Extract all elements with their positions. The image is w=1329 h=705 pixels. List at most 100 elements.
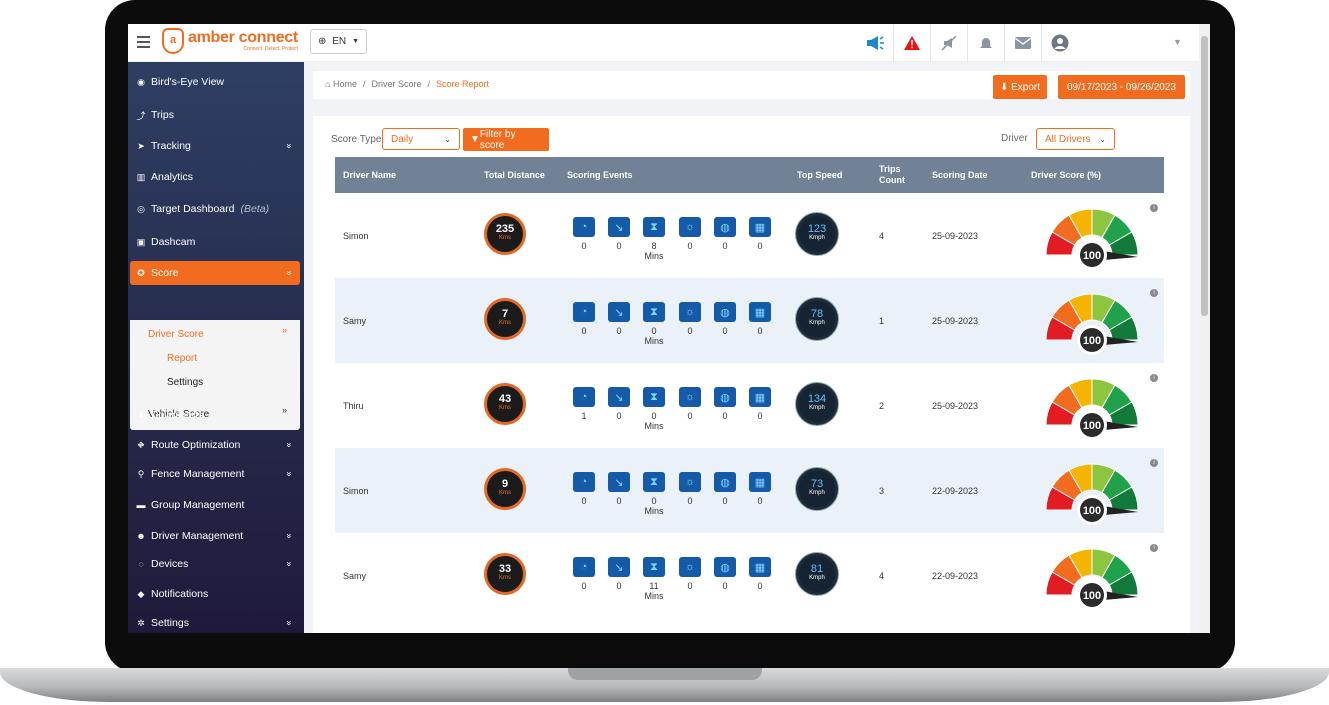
event-value: 0 — [616, 326, 622, 336]
seatbelt-icon: ◍ — [714, 387, 736, 407]
sidebar: Driver Score » Report Settings Vehicle S… — [128, 62, 304, 633]
target-icon: ◎ — [137, 203, 145, 214]
sidebar-item-label: Target Dashboard — [151, 203, 235, 215]
driver-name[interactable]: Samy — [343, 316, 366, 326]
sidebar-item-settings-sub[interactable]: Settings — [167, 377, 203, 388]
export-label: Export — [1011, 81, 1041, 93]
sidebar-item-notifications[interactable]: ◆ Notifications — [134, 582, 300, 606]
distance-badge: 33 Kms — [484, 553, 526, 595]
sidebar-item-analytics[interactable]: ▥ Analytics — [134, 165, 300, 189]
sidebar-item-tracking[interactable]: ➤ Tracking » — [134, 134, 300, 158]
scrollbar[interactable] — [1199, 24, 1210, 633]
bell-icon[interactable] — [967, 24, 1004, 62]
headlight-icon: ☼ — [679, 557, 701, 577]
seatbelt-icon: ◍ — [714, 217, 736, 237]
sidebar-item-target-dashboard[interactable]: ◎ Target Dashboard (Beta) — [134, 197, 300, 221]
table-row[interactable]: Samy 7 Kms ◔ 0 ↘ 0 ⧗ 0 Mins ☼ 0 ◍ 0 ▦ 0 78 Kmph 1 25-09-202… — [335, 278, 1164, 363]
beta-badge: (Beta) — [240, 203, 270, 215]
speed-unit: Kmph — [809, 575, 825, 581]
event-value: 0 — [616, 496, 622, 506]
sidebar-item-downloads[interactable]: ⬇ Downloads — [134, 403, 300, 427]
driver-name[interactable]: Simon — [343, 231, 369, 241]
export-button[interactable]: ⬇ Export — [993, 75, 1047, 99]
distance-unit: Kms — [499, 575, 511, 581]
sidebar-item-trips[interactable]: ⤴ Trips — [134, 103, 300, 127]
speed-value: 73 — [810, 478, 824, 490]
logo-mark: a — [162, 28, 184, 54]
sidebar-item-settings[interactable]: ✲ Settings » — [134, 611, 300, 633]
sidebar-item-dashcam[interactable]: ▣ Dashcam — [134, 230, 300, 254]
distance-value: 33 — [498, 563, 512, 575]
info-icon[interactable]: i — [1150, 544, 1158, 552]
language-selector[interactable]: ⊕ EN ▼ — [310, 29, 367, 54]
driver-name[interactable]: Simon — [343, 486, 369, 496]
driver-name[interactable]: Thiru — [343, 401, 364, 411]
sidebar-item-fence-management[interactable]: ⚲ Fence Management » — [134, 462, 300, 486]
driver-score-gauge: 100 — [1044, 545, 1140, 610]
trips-count: 3 — [879, 486, 885, 496]
svg-text:100: 100 — [1083, 250, 1101, 262]
col-total-distance: Total Distance — [484, 170, 545, 180]
breadcrumb-home[interactable]: ⌂ Home — [325, 79, 357, 89]
table-row[interactable]: Simon 235 Kms ◔ 0 ↘ 0 ⧗ 8 Mins ☼ 0 ◍ 0 ▦ 0 123 Kmph 4 25-09… — [335, 193, 1164, 278]
driver-name[interactable]: Samy — [343, 571, 366, 581]
date-range-button[interactable]: 09/17/2023 - 09/26/2023 — [1058, 75, 1185, 99]
top-speed-badge: 134 Kmph — [796, 383, 838, 425]
brand-logo[interactable]: a amber connect Connect. Detect. Protect — [162, 28, 298, 54]
eye-icon: ◉ — [137, 76, 145, 87]
event-value: 11 Mins — [644, 581, 664, 601]
mute-announcement-icon[interactable] — [930, 24, 967, 62]
info-icon[interactable]: i — [1150, 289, 1158, 297]
user-menu-caret-icon[interactable]: ▼ — [1173, 37, 1182, 47]
filter-by-score-button[interactable]: ▼ Filter by score — [463, 128, 549, 151]
laptop-notch — [568, 668, 762, 680]
info-icon[interactable]: i — [1150, 374, 1158, 382]
info-icon[interactable]: i — [1150, 459, 1158, 467]
distance-value: 235 — [495, 223, 515, 235]
hourglass-icon: ⧗ — [643, 302, 665, 322]
seatbelt-icon: ◍ — [714, 472, 736, 492]
sidebar-item-label: Bird's-Eye View — [151, 76, 225, 88]
driver-select[interactable]: All Drivers ⌄ — [1036, 128, 1115, 150]
table-row[interactable]: Samy 33 Kms ◔ 0 ↘ 0 ⧗ 11 Mins ☼ 0 ◍ 0 ▦ 0 81 Kmph 4 22-09-2… — [335, 533, 1164, 618]
sidebar-item-score[interactable]: ✪ Score » — [130, 261, 300, 285]
menu-icon[interactable] — [137, 36, 150, 51]
info-icon[interactable]: i — [1150, 204, 1158, 212]
user-avatar-icon[interactable] — [1041, 24, 1078, 62]
chevron-down-icon[interactable]: » — [282, 325, 287, 335]
top-speed-badge: 78 Kmph — [796, 298, 838, 340]
breadcrumb-driver-score[interactable]: Driver Score — [371, 79, 421, 89]
table-row[interactable]: Simon 9 Kms ◔ 0 ↘ 0 ⧗ 0 Mins ☼ 0 ◍ 0 ▦ 0 73 Kmph 3 22-09-20… — [335, 448, 1164, 533]
speed-value: 81 — [810, 563, 824, 575]
announcement-icon[interactable] — [856, 24, 893, 62]
caret-down-icon: ▼ — [352, 38, 360, 45]
sidebar-item-report[interactable]: Report — [167, 353, 197, 364]
sidebar-item-driver-management[interactable]: ☻ Driver Management » — [134, 524, 300, 548]
chevron-down-icon: » — [284, 143, 295, 149]
sidebar-item-label: Downloads — [151, 409, 203, 421]
event-value: 0 — [687, 496, 693, 506]
table-row[interactable]: Thiru 43 Kms ◔ 1 ↘ 0 ⧗ 0 Mins ☼ 0 ◍ 0 ▦ 0 134 Kmph 2 25-09-… — [335, 363, 1164, 448]
users-icon: ☻ — [136, 531, 146, 541]
sidebar-item-bird-s-eye-view[interactable]: ◉ Bird's-Eye View — [134, 70, 300, 94]
sidebar-item-group-management[interactable]: ▬ Group Management — [134, 493, 300, 517]
event-value: 0 Mins — [644, 496, 664, 516]
trips-count: 4 — [879, 231, 885, 241]
speed-value: 134 — [807, 393, 827, 405]
svg-text:100: 100 — [1083, 420, 1101, 432]
scoring-date: 22-09-2023 — [932, 486, 979, 496]
lane-icon: ▦ — [749, 302, 771, 322]
mail-icon[interactable] — [1004, 24, 1041, 62]
speedometer-icon: ◔ — [573, 387, 595, 407]
event-value: 0 — [687, 411, 693, 421]
sidebar-item-devices[interactable]: ◌ Devices » — [134, 552, 300, 576]
sidebar-item-driver-score[interactable]: Driver Score — [148, 329, 204, 340]
event-value: 0 — [757, 581, 763, 591]
download-circle-icon: ⬇ — [999, 81, 1012, 93]
sidebar-item-route-optimization[interactable]: ⛖ Route Optimization » — [134, 433, 300, 457]
score-type-select[interactable]: Daily ⌄ — [382, 128, 460, 150]
speedometer-icon: ◔ — [573, 217, 595, 237]
svg-text:100: 100 — [1083, 505, 1101, 517]
alert-icon[interactable] — [893, 24, 930, 62]
event-value: 0 — [581, 326, 587, 336]
